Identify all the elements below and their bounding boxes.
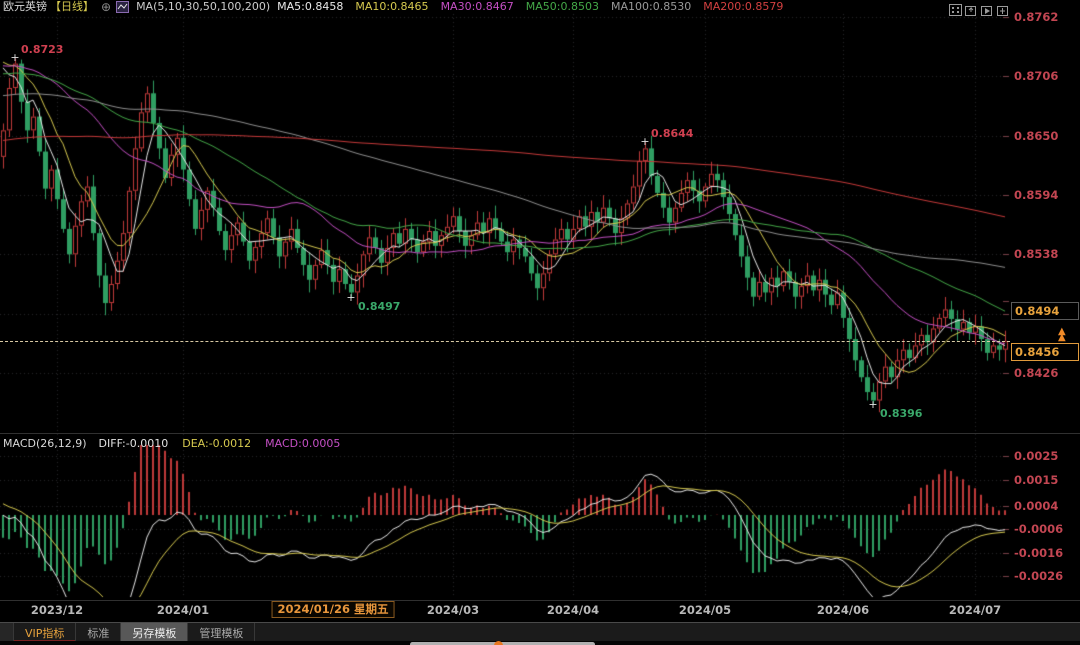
extreme-value-label: 0.8644 bbox=[651, 127, 693, 140]
ma-readout: MA200:0.8579 bbox=[703, 0, 783, 14]
crosshair-date-box: 2024/01/26 星期五 bbox=[272, 601, 395, 618]
price-axis-label: 0.8762 bbox=[1014, 10, 1058, 24]
tab-vip-indicators[interactable]: VIP指标 bbox=[14, 623, 76, 642]
taskbar-app-dot[interactable] bbox=[494, 641, 503, 645]
ma-readout: MA100:0.8530 bbox=[611, 0, 691, 14]
ma-readout: MA30:0.8467 bbox=[441, 0, 514, 14]
tab-standard[interactable]: 标准 bbox=[76, 623, 121, 642]
extreme-value-label: 0.8723 bbox=[21, 43, 63, 56]
extreme-cross-marker: + bbox=[10, 55, 19, 61]
extreme-value-label: 0.8497 bbox=[358, 300, 400, 313]
macd-params-label: MACD(26,12,9) bbox=[3, 437, 87, 450]
pop-out-up-icon[interactable] bbox=[965, 1, 978, 13]
period-label: 【日线】 bbox=[50, 0, 94, 14]
extreme-value-label: 0.8396 bbox=[880, 407, 922, 420]
date-axis-label: 2024/04 bbox=[547, 603, 599, 617]
axis-divider bbox=[0, 600, 1080, 601]
macd-readout: MACD:0.0005 bbox=[265, 437, 340, 450]
macd-readout: DEA:-0.0012 bbox=[182, 437, 251, 450]
pop-out-right-icon[interactable] bbox=[981, 1, 994, 13]
date-axis-label: 2024/06 bbox=[817, 603, 869, 617]
last-price-line bbox=[0, 341, 1010, 342]
macd-readout: DIFF:-0.0010 bbox=[99, 437, 169, 450]
ma-group-label: MA(5,10,30,50,100,200) bbox=[136, 0, 270, 14]
date-axis-label: 2023/12 bbox=[31, 603, 83, 617]
date-axis-label: 2024/01 bbox=[157, 603, 209, 617]
symbol-name: 欧元英镑 bbox=[3, 0, 47, 14]
chart-canvas[interactable] bbox=[0, 0, 1080, 645]
crosshair-close-price-box: 0.8494 bbox=[1011, 302, 1079, 320]
ma-readout: MA10:0.8465 bbox=[355, 0, 428, 14]
ma-readouts: MA5:0.8458 MA10:0.8465 MA30:0.8467 MA50:0.8… bbox=[277, 0, 783, 14]
last-price-box: 0.8456 bbox=[1011, 343, 1079, 361]
price-axis-label: 0.8426 bbox=[1014, 366, 1058, 380]
macd-axis-label: -0.0006 bbox=[1014, 522, 1063, 536]
grid-layout-icon[interactable] bbox=[949, 1, 962, 13]
macd-axis-label: -0.0026 bbox=[1014, 569, 1063, 583]
price-axis-label: 0.8650 bbox=[1014, 129, 1058, 143]
tab-bar-corner bbox=[0, 623, 14, 642]
extreme-cross-marker: + bbox=[640, 139, 649, 145]
tab-save-template[interactable]: 另存模板 bbox=[121, 623, 188, 642]
add-indicator-icon[interactable]: ⊕ bbox=[101, 0, 111, 14]
price-up-arrow-icon: ▲▲ bbox=[1058, 329, 1066, 341]
macd-readouts: DIFF:-0.0010 DEA:-0.0012 MACD:0.0005 bbox=[99, 437, 341, 450]
panel-divider bbox=[0, 433, 1080, 434]
price-axis-label: 0.8594 bbox=[1014, 188, 1058, 202]
extreme-cross-marker: + bbox=[346, 295, 355, 301]
price-axis-label: 0.8706 bbox=[1014, 69, 1058, 83]
new-window-icon[interactable] bbox=[997, 1, 1010, 13]
extreme-cross-marker: + bbox=[868, 402, 877, 408]
tab-manage-template[interactable]: 管理模板 bbox=[188, 623, 255, 642]
date-axis-label: 2024/03 bbox=[427, 603, 479, 617]
date-axis-label: 2024/07 bbox=[949, 603, 1001, 617]
macd-axis-label: 0.0025 bbox=[1014, 449, 1058, 463]
macd-axis-label: -0.0016 bbox=[1014, 546, 1063, 560]
chart-application: 欧元英镑【日线】 ⊕ MA(5,10,30,50,100,200) MA5:0.… bbox=[0, 0, 1080, 645]
mini-chart-icon[interactable] bbox=[116, 1, 129, 13]
bottom-strip bbox=[0, 641, 1080, 645]
ma-readout: MA50:0.8503 bbox=[526, 0, 599, 14]
price-axis-label: 0.8538 bbox=[1014, 247, 1058, 261]
macd-axis-label: 0.0004 bbox=[1014, 499, 1058, 513]
macd-axis-label: 0.0015 bbox=[1014, 473, 1058, 487]
ma-readout: MA5:0.8458 bbox=[277, 0, 343, 14]
window-controls bbox=[949, 1, 1010, 13]
date-axis-label: 2024/05 bbox=[679, 603, 731, 617]
template-tab-bar: VIP指标 标准 另存模板 管理模板 bbox=[0, 622, 1080, 642]
chart-header: 欧元英镑【日线】 ⊕ MA(5,10,30,50,100,200) MA5:0.… bbox=[3, 0, 783, 14]
macd-header: MACD(26,12,9) DIFF:-0.0010 DEA:-0.0012 MAC… bbox=[3, 437, 340, 450]
